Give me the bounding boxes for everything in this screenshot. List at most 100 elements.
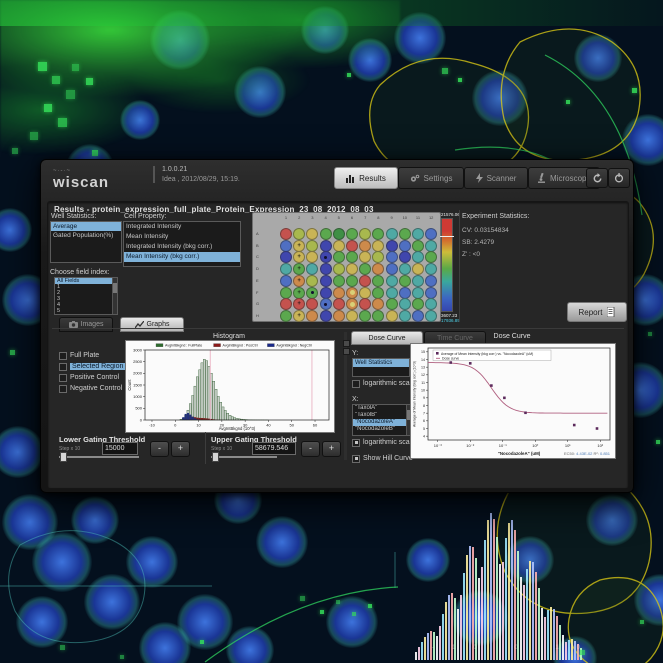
well-E6[interactable] <box>346 275 358 287</box>
well-A8[interactable] <box>372 228 384 240</box>
well-A5[interactable] <box>333 228 345 240</box>
well-D7[interactable] <box>359 263 371 275</box>
well-H1[interactable] <box>280 310 292 322</box>
well-B11[interactable] <box>412 240 424 252</box>
upper-threshold-input[interactable] <box>252 442 296 455</box>
well-E7[interactable] <box>359 275 371 287</box>
refresh-button[interactable] <box>586 168 608 188</box>
well-G6[interactable] <box>346 298 358 310</box>
histogram-checkbox-selected-region[interactable]: Selected Region <box>59 362 125 371</box>
well-F8[interactable] <box>372 287 384 299</box>
upper-minus-button[interactable]: - <box>301 441 320 457</box>
well-F10[interactable] <box>399 287 411 299</box>
list-item[interactable]: Average <box>51 222 121 231</box>
list-item[interactable]: "TaxolB" <box>353 412 411 419</box>
well-C10[interactable] <box>399 251 411 263</box>
well-C3[interactable] <box>306 251 318 263</box>
well-D8[interactable] <box>372 263 384 275</box>
upper-plus-button[interactable]: + <box>322 441 341 457</box>
well-F4[interactable] <box>320 287 332 299</box>
well-G2[interactable]: + <box>293 298 305 310</box>
well-H8[interactable] <box>372 310 384 322</box>
lower-threshold-input[interactable] <box>102 442 138 455</box>
well-B1[interactable] <box>280 240 292 252</box>
well-G12[interactable] <box>425 298 437 310</box>
well-A10[interactable] <box>399 228 411 240</box>
well-G11[interactable] <box>412 298 424 310</box>
well-E3[interactable] <box>306 275 318 287</box>
well-E11[interactable] <box>412 275 424 287</box>
well-E1[interactable] <box>280 275 292 287</box>
list-item[interactable]: Integrated Intensity <box>124 222 240 232</box>
well-A1[interactable] <box>280 228 292 240</box>
well-H5[interactable] <box>333 310 345 322</box>
well-C9[interactable] <box>386 251 398 263</box>
cell-property-list[interactable]: Integrated IntensityMean IntensityIntegr… <box>123 221 241 267</box>
y-log-scale-checkbox[interactable]: logarithmic scale <box>352 379 415 388</box>
tab-images[interactable]: Images <box>59 317 113 332</box>
list-item[interactable]: "TaxolA" <box>353 405 411 412</box>
well-A2[interactable] <box>293 228 305 240</box>
well-H4[interactable] <box>320 310 332 322</box>
well-D3[interactable] <box>306 263 318 275</box>
well-D11[interactable] <box>412 263 424 275</box>
well-G10[interactable] <box>399 298 411 310</box>
well-A12[interactable] <box>425 228 437 240</box>
well-G5[interactable] <box>333 298 345 310</box>
well-A4[interactable] <box>320 228 332 240</box>
well-B3[interactable] <box>306 240 318 252</box>
well-G8[interactable] <box>372 298 384 310</box>
x-log-scale-checkbox[interactable]: logarithmic scale <box>352 438 415 447</box>
well-G4[interactable] <box>320 298 332 310</box>
well-B10[interactable] <box>399 240 411 252</box>
well-statistics-list[interactable]: AverageGated Population(%) <box>50 221 122 263</box>
well-D1[interactable] <box>280 263 292 275</box>
list-item[interactable]: Mean Intensity (bkg corr.) <box>124 252 240 262</box>
well-C6[interactable] <box>346 251 358 263</box>
well-B9[interactable] <box>386 240 398 252</box>
well-F9[interactable] <box>386 287 398 299</box>
well-F6[interactable] <box>346 287 358 299</box>
well-D12[interactable] <box>425 263 437 275</box>
lower-minus-button[interactable]: - <box>150 441 169 457</box>
well-B7[interactable] <box>359 240 371 252</box>
well-G3[interactable] <box>306 298 318 310</box>
well-D2[interactable]: + <box>293 263 305 275</box>
field-index-list[interactable]: All Fields12345 <box>54 277 118 315</box>
histogram-checkbox-full-plate[interactable]: Full Plate <box>59 351 99 360</box>
well-C2[interactable]: + <box>293 251 305 263</box>
field-index-scrollbar[interactable] <box>112 278 117 314</box>
well-H6[interactable] <box>346 310 358 322</box>
well-A7[interactable] <box>359 228 371 240</box>
well-G1[interactable] <box>280 298 292 310</box>
well-G7[interactable] <box>359 298 371 310</box>
well-H2[interactable]: + <box>293 310 305 322</box>
histogram-checkbox-positive-control[interactable]: Positive Control <box>59 373 119 382</box>
tab-scanner[interactable]: Scanner <box>464 167 528 189</box>
well-E8[interactable] <box>372 275 384 287</box>
lower-plus-button[interactable]: + <box>171 441 190 457</box>
report-button[interactable]: Report <box>567 302 627 322</box>
well-B2[interactable]: + <box>293 240 305 252</box>
well-B6[interactable] <box>346 240 358 252</box>
tab-graphs[interactable]: Graphs <box>120 317 184 332</box>
well-C7[interactable] <box>359 251 371 263</box>
well-D9[interactable] <box>386 263 398 275</box>
list-item[interactable]: "NocodazoleB" <box>353 426 411 433</box>
well-F11[interactable] <box>412 287 424 299</box>
well-F12[interactable] <box>425 287 437 299</box>
well-C5[interactable] <box>333 251 345 263</box>
well-H12[interactable] <box>425 310 437 322</box>
well-F7[interactable] <box>359 287 371 299</box>
well-B4[interactable] <box>320 240 332 252</box>
dose-x-list[interactable]: "TaxolA""TaxolB""NocodazoleA""Nocodazole… <box>352 404 412 436</box>
well-C1[interactable] <box>280 251 292 263</box>
tab-settings[interactable]: Settings <box>398 167 464 189</box>
well-F5[interactable] <box>333 287 345 299</box>
well-F2[interactable]: + <box>293 287 305 299</box>
well-D6[interactable] <box>346 263 358 275</box>
well-C11[interactable] <box>412 251 424 263</box>
well-E10[interactable] <box>399 275 411 287</box>
list-item[interactable]: Mean Intensity <box>124 232 240 242</box>
well-A9[interactable] <box>386 228 398 240</box>
